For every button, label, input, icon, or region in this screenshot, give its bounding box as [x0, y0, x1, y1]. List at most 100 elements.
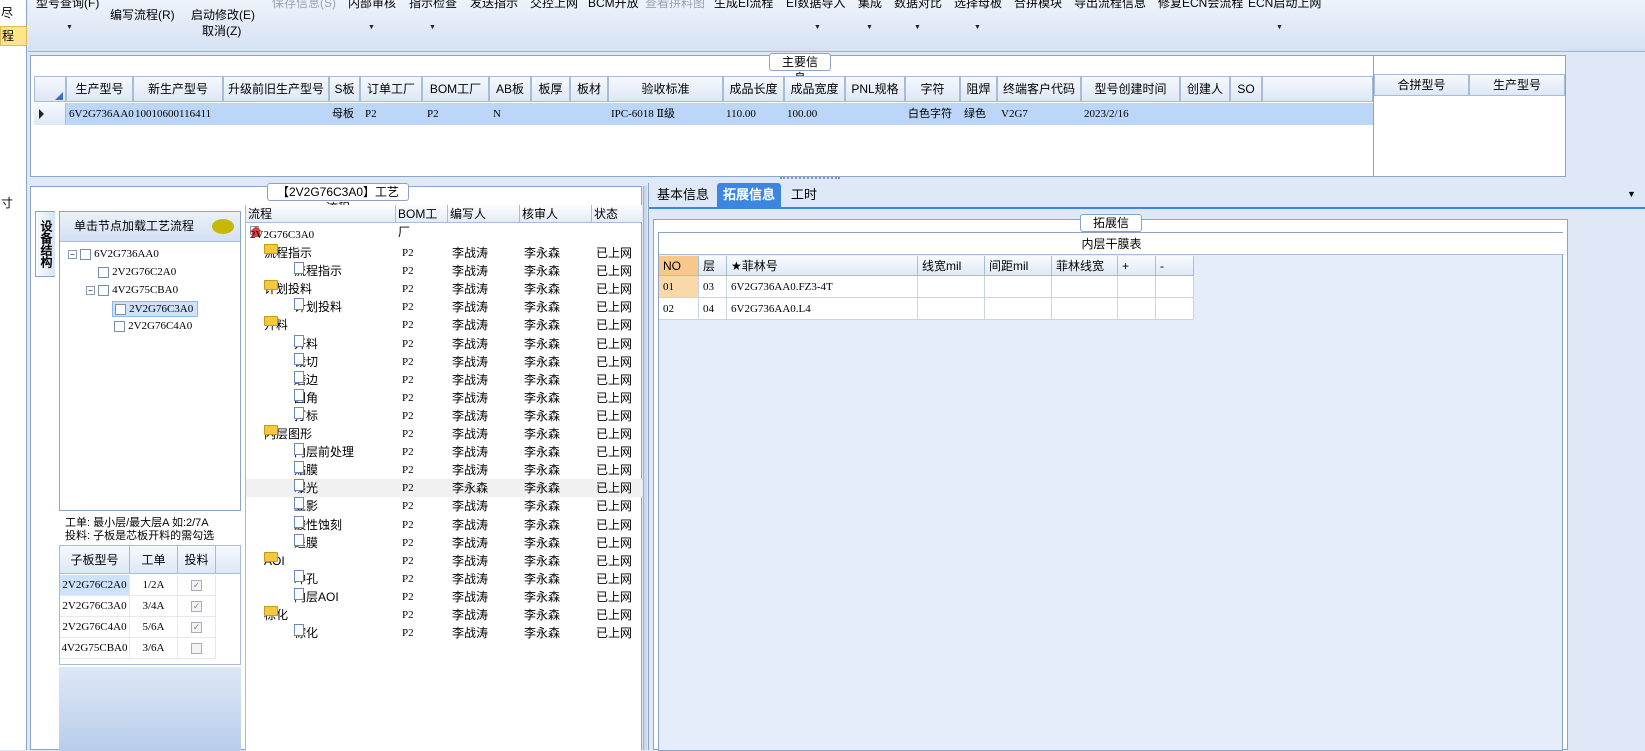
cell[interactable]: 3/4A: [130, 596, 178, 617]
column-header[interactable]: 投料: [178, 546, 216, 574]
process-row[interactable]: 显影 P2 李战涛 李永森 已上网: [246, 497, 642, 515]
cell[interactable]: [1118, 298, 1156, 320]
cell[interactable]: 01: [659, 276, 699, 298]
process-row[interactable]: −开料 P2 李战涛 李永森 已上网: [246, 316, 642, 334]
process-name-cell[interactable]: −流程指示: [264, 244, 312, 262]
cell[interactable]: P2: [365, 104, 377, 124]
process-name-cell[interactable]: 酸性蚀刻: [294, 515, 342, 534]
column-header[interactable]: BOM工厂: [422, 76, 489, 102]
cell[interactable]: 3/6A: [130, 638, 178, 659]
process-row[interactable]: 酸性蚀刻 P2 李战涛 李永森 已上网: [246, 515, 642, 534]
column-header[interactable]: 订单工厂: [360, 76, 422, 102]
column-header[interactable]: 升级前旧生产型号: [223, 76, 329, 102]
left-nav-item[interactable]: 尽: [0, 4, 27, 20]
toolbar-gen-ei-button[interactable]: 生成EI流程: [714, 0, 773, 11]
column-header[interactable]: 终端客户代码: [997, 76, 1081, 102]
tree-node[interactable]: 2V2G76C4A0: [114, 320, 192, 332]
cell[interactable]: 2V2G76C4A0: [60, 617, 130, 638]
chevron-down-icon[interactable]: ▼: [429, 24, 436, 31]
process-row[interactable]: 退膜 P2 李战涛 李永森 已上网: [246, 533, 642, 552]
chevron-down-icon[interactable]: ▼: [368, 24, 375, 31]
toolbar-export-flow-button[interactable]: 导出流程信息: [1074, 0, 1146, 11]
process-row[interactable]: 打标 P2 李战涛 李永森 已上网: [246, 406, 642, 425]
cell[interactable]: 4V2G75CBA0: [60, 638, 130, 659]
cell[interactable]: 6V2G736AA0: [69, 104, 134, 124]
process-name-cell[interactable]: 流程指示: [294, 262, 342, 280]
feed-checkbox[interactable]: ✓: [178, 596, 216, 617]
column-header[interactable]: 合拼型号: [1374, 74, 1469, 96]
column-header[interactable]: 工单: [130, 546, 178, 574]
left-nav-item[interactable]: 寸: [0, 194, 13, 211]
tab-basic-info[interactable]: 基本信息: [651, 183, 715, 207]
cell[interactable]: 10010600116411: [135, 104, 211, 124]
cell[interactable]: 白色字符: [908, 104, 952, 124]
column-header[interactable]: SO: [1230, 76, 1262, 102]
cell[interactable]: [1052, 276, 1118, 298]
left-nav-item-selected[interactable]: 程: [0, 26, 27, 46]
column-header[interactable]: +: [1118, 256, 1156, 276]
toolbar-fix-ecn-button[interactable]: 修复ECN会流程: [1158, 0, 1243, 11]
process-row[interactable]: 流程指示 P2 李战涛 李永森 已上网: [246, 262, 642, 280]
column-header[interactable]: NO: [659, 256, 699, 276]
toolbar-bcm-button[interactable]: BCM开放: [588, 0, 639, 11]
cell[interactable]: 04: [699, 298, 727, 320]
process-row[interactable]: 棕化 P2 李战涛 李永森 已上网: [246, 624, 642, 642]
cell[interactable]: 03: [699, 276, 727, 298]
process-name-cell[interactable]: 开料: [294, 334, 318, 353]
cell[interactable]: 02: [659, 298, 699, 320]
column-header[interactable]: 层: [699, 256, 727, 276]
column-header[interactable]: 菲林线宽: [1052, 256, 1118, 276]
column-header[interactable]: BOM工厂: [396, 205, 448, 239]
column-header[interactable]: 字符: [905, 76, 960, 102]
cell[interactable]: [985, 276, 1052, 298]
process-row[interactable]: 计划投料 P2 李战涛 李永森 已上网: [246, 298, 642, 316]
cell[interactable]: 1/2A: [130, 575, 178, 596]
cell[interactable]: 2V2G76C2A0: [60, 575, 130, 596]
process-name-cell[interactable]: 退膜: [294, 533, 318, 552]
cell[interactable]: [1156, 276, 1194, 298]
cell[interactable]: 6V2G736AA0.FZ3-4T: [727, 276, 918, 298]
cell[interactable]: 5/6A: [130, 617, 178, 638]
cell[interactable]: P2: [427, 104, 439, 124]
speech-bubble-icon[interactable]: [212, 219, 234, 234]
process-name-cell[interactable]: −AOI: [264, 551, 285, 570]
cell[interactable]: [1156, 298, 1194, 320]
column-header[interactable]: 流程: [246, 205, 396, 223]
process-name-cell[interactable]: −棕化: [264, 606, 288, 624]
cell[interactable]: [918, 298, 985, 320]
column-header[interactable]: 验收标准: [608, 76, 723, 102]
process-name-cell[interactable]: 冲孔: [294, 569, 318, 588]
column-header[interactable]: 状态: [592, 205, 642, 223]
cell[interactable]: [985, 298, 1052, 320]
toolbar-integrate-button[interactable]: 集成: [858, 0, 882, 11]
toolbar-query-button[interactable]: 型号查询(F): [36, 0, 99, 11]
process-row[interactable]: 磨边 P2 李战涛 李永森 已上网: [246, 370, 642, 389]
cell[interactable]: 绿色: [964, 104, 986, 124]
tree-node-selected[interactable]: 2V2G76C3A0: [112, 301, 199, 317]
chevron-down-icon[interactable]: ▼: [914, 24, 921, 31]
chevron-down-icon[interactable]: ▼: [814, 24, 821, 31]
column-header[interactable]: 阻焊: [960, 76, 997, 102]
cell[interactable]: 110.00: [726, 104, 756, 124]
process-row[interactable]: 裁切 P2 李战涛 李永森 已上网: [246, 352, 642, 371]
chevron-down-icon[interactable]: ▼: [1276, 24, 1283, 31]
tab-dropdown-icon[interactable]: ▼: [1627, 189, 1636, 199]
toolbar-send-button[interactable]: 发送指示: [470, 0, 518, 11]
process-name-cell[interactable]: 打标: [294, 406, 318, 425]
column-header[interactable]: 线宽mil: [918, 256, 985, 276]
column-header[interactable]: AB板: [489, 76, 531, 102]
vertical-splitter[interactable]: [643, 186, 647, 750]
chevron-down-icon[interactable]: ▼: [66, 24, 73, 31]
process-row[interactable]: 内层AOI P2 李战涛 李永森 已上网: [246, 587, 642, 606]
column-header[interactable]: 间距mil: [985, 256, 1052, 276]
column-header[interactable]: -: [1156, 256, 1194, 276]
feed-checkbox[interactable]: ✓: [178, 617, 216, 638]
process-name-cell[interactable]: 显影: [294, 497, 318, 515]
column-header[interactable]: ★菲林号: [727, 256, 918, 276]
side-tab-device-structure[interactable]: 设备结构: [35, 211, 55, 277]
column-header[interactable]: 型号创建时间: [1081, 76, 1180, 102]
toolbar-check-button[interactable]: 指示检查: [409, 0, 457, 11]
tree-node[interactable]: 2V2G76C2A0: [98, 266, 176, 278]
cell[interactable]: 6V2G736AA0.L4: [727, 298, 918, 320]
column-header[interactable]: 成品宽度: [784, 76, 845, 102]
